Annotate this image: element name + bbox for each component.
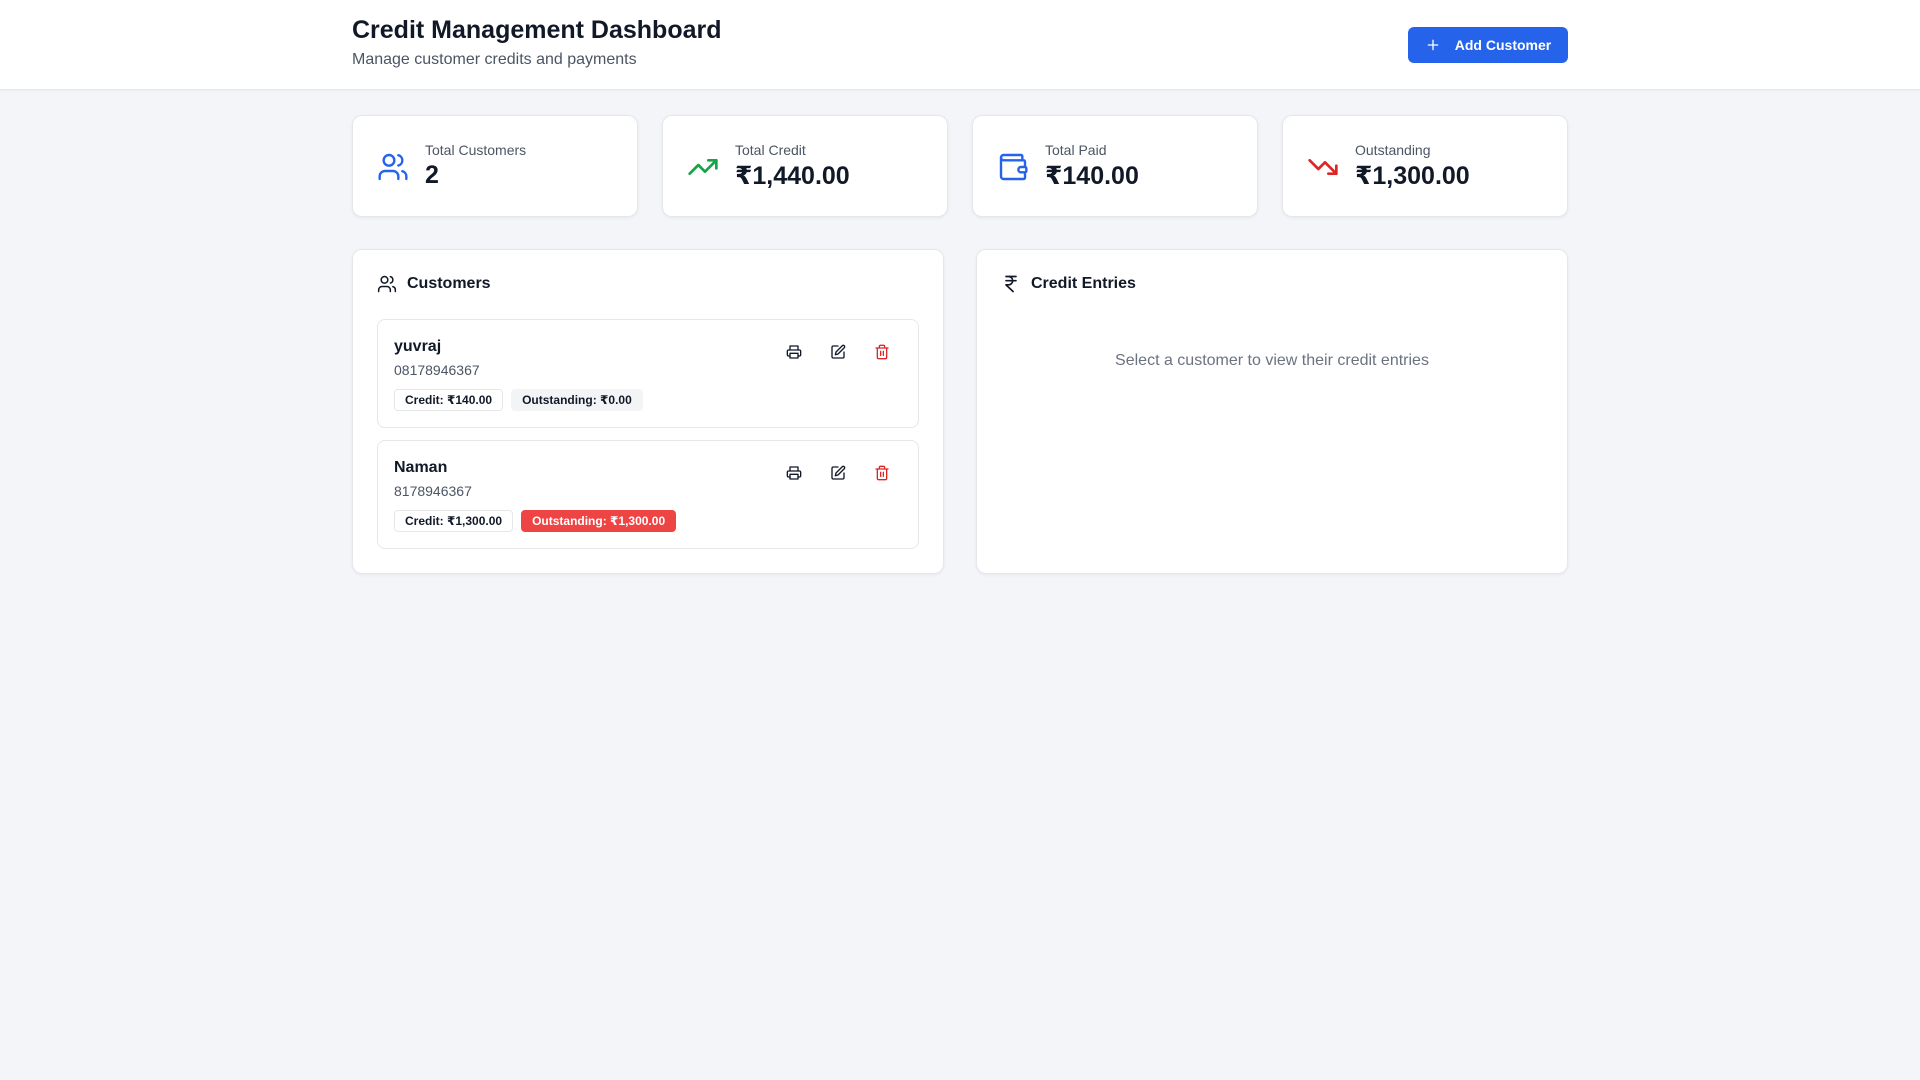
rupee-icon	[1005, 275, 1017, 293]
plus-icon	[1427, 39, 1439, 51]
stat-value: 2	[425, 161, 439, 189]
trash-icon	[875, 465, 889, 481]
add-customer-label: Add Customer	[1454, 37, 1552, 53]
delete-button[interactable]	[870, 461, 894, 485]
users-icon	[378, 153, 408, 181]
add-customer-button[interactable]: Add Customer	[1408, 27, 1568, 63]
trash-icon	[875, 344, 889, 360]
stat-card-total-customers: Total Customers 2	[352, 115, 638, 217]
customers-panel-header: Customers	[377, 274, 491, 294]
customer-card[interactable]: Naman 8178946367 Credit: ₹1,300.00 Outst…	[377, 440, 919, 549]
stat-label: Total Paid	[1045, 142, 1107, 158]
customer-card[interactable]: yuvraj 08178946367 Credit: ₹140.00 Outst…	[377, 319, 919, 428]
users-icon	[377, 275, 397, 293]
customers-panel-title: Customers	[407, 275, 491, 292]
page-title: Credit Management Dashboard	[352, 16, 722, 44]
customers-panel: Customers yuvraj 08178946367 Credit: ₹14…	[352, 249, 944, 574]
edit-button[interactable]	[826, 461, 850, 485]
edit-icon	[831, 344, 846, 359]
delete-button[interactable]	[870, 340, 894, 364]
edit-icon	[831, 465, 846, 480]
credit-entries-panel-header: Credit Entries	[1001, 274, 1136, 294]
stat-value: ₹1,440.00	[735, 162, 850, 190]
customer-name: Naman	[394, 459, 448, 476]
stat-label: Total Credit	[735, 142, 806, 158]
stat-value: ₹1,300.00	[1355, 162, 1470, 190]
trending-down-icon	[1308, 159, 1338, 175]
stat-label: Outstanding	[1355, 142, 1431, 158]
printer-icon	[786, 345, 802, 359]
page-subtitle: Manage customer credits and payments	[352, 51, 637, 68]
stat-value: ₹140.00	[1045, 162, 1139, 190]
customer-name: yuvraj	[394, 338, 442, 355]
trending-up-icon	[688, 159, 718, 175]
outstanding-badge: Outstanding: ₹1,300.00	[521, 510, 677, 532]
stat-label: Total Customers	[425, 142, 527, 158]
credit-badge: Credit: ₹1,300.00	[394, 510, 514, 532]
credit-entries-panel: Credit Entries Select a customer to view…	[976, 249, 1568, 574]
printer-icon	[786, 466, 802, 480]
customer-phone: 8178946367	[394, 483, 472, 499]
empty-state-message: Select a customer to view their credit e…	[1115, 352, 1429, 369]
print-button[interactable]	[782, 461, 806, 485]
top-bar: Credit Management Dashboard Manage custo…	[0, 0, 1920, 90]
credit-badge: Credit: ₹140.00	[394, 389, 504, 411]
print-button[interactable]	[782, 340, 806, 364]
edit-button[interactable]	[826, 340, 850, 364]
outstanding-badge: Outstanding: ₹0.00	[511, 389, 643, 411]
stat-card-outstanding: Outstanding ₹1,300.00	[1282, 115, 1568, 217]
wallet-icon	[999, 153, 1028, 181]
stat-card-total-paid: Total Paid ₹140.00	[972, 115, 1258, 217]
credit-entries-panel-title: Credit Entries	[1031, 275, 1136, 292]
stat-card-total-credit: Total Credit ₹1,440.00	[662, 115, 948, 217]
customer-phone: 08178946367	[394, 362, 480, 378]
